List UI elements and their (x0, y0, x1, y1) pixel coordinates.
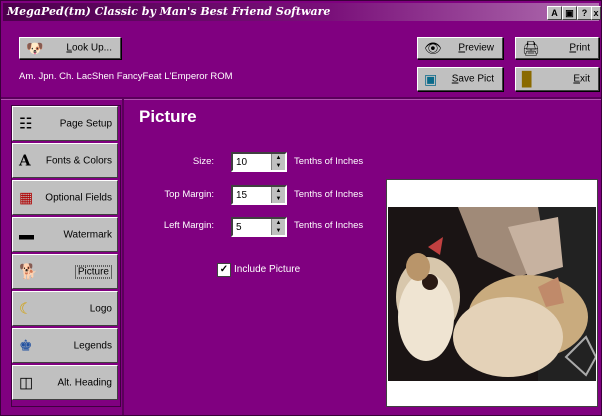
divider (1, 97, 601, 100)
sidebar-item-watermark[interactable]: ▬ Watermark (12, 217, 118, 252)
spin-arrows[interactable]: ▲ ▼ (271, 219, 285, 235)
size-label: Size: (192, 156, 214, 167)
include-picture-label: Include Picture (234, 264, 301, 275)
sidebar-item-fonts-colors[interactable]: A Fonts & Colors (12, 143, 118, 178)
left-margin-stepper[interactable]: 5 ▲ ▼ (231, 217, 287, 237)
legends-icon: ♚ (19, 337, 33, 354)
left-margin-unit: Tenths of Inches (294, 220, 364, 231)
divider-vertical (122, 99, 124, 415)
sidebar-item-page-setup[interactable]: ☷ Page Setup (12, 106, 118, 141)
print-button[interactable]: 🖨 Print (515, 37, 599, 59)
sidebar-item-legends[interactable]: ♚ Legends (12, 328, 118, 363)
sidebar-item-alt-heading[interactable]: ◫ Alt. Heading (12, 365, 118, 400)
top-margin-stepper[interactable]: 15 ▲ ▼ (231, 185, 287, 205)
picture-preview (386, 179, 598, 407)
logo-moon-icon: ☾ (19, 300, 33, 317)
save-pict-button[interactable]: ▣ Save Pict (417, 67, 503, 91)
title-button-a[interactable]: A (547, 6, 562, 20)
sidebar-item-logo[interactable]: ☾ Logo (12, 291, 118, 326)
size-unit: Tenths of Inches (294, 156, 364, 167)
top-margin-label: Top Margin: (164, 189, 214, 200)
watermark-icon: ▬ (19, 226, 34, 243)
sidebar-item-picture[interactable]: 🐕 Picture (12, 254, 118, 289)
app-window: MegaPed(tm) Classic by Man's Best Friend… (0, 0, 602, 416)
alt-heading-icon: ◫ (19, 374, 34, 391)
preview-icon: 👁 (424, 40, 442, 56)
spin-arrows[interactable]: ▲ ▼ (271, 154, 285, 170)
picture-icon: 🐕 (19, 263, 38, 280)
dog-name: Am. Jpn. Ch. LacShen FancyFeat L'Emperor… (19, 71, 233, 82)
spin-arrows[interactable]: ▲ ▼ (271, 187, 285, 203)
size-stepper[interactable]: 10 ▲ ▼ (231, 152, 287, 172)
help-button[interactable]: ? (577, 6, 592, 20)
printer-icon: 🖨 (522, 40, 540, 56)
sidebar-item-optional-fields[interactable]: ▦ Optional Fields (12, 180, 118, 215)
title-bar: MegaPed(tm) Classic by Man's Best Friend… (3, 3, 601, 21)
left-margin-label: Left Margin: (163, 220, 214, 231)
include-picture-checkbox[interactable]: ✓ (217, 263, 231, 277)
lookup-button[interactable]: 🐶 Look Up... (19, 37, 121, 59)
sidebar: ☷ Page Setup A Fonts & Colors ▦ Optional… (11, 105, 121, 407)
page-setup-icon: ☷ (19, 115, 33, 132)
close-button[interactable]: x (591, 6, 601, 20)
top-margin-unit: Tenths of Inches (294, 189, 364, 200)
lookup-icon: 🐶 (26, 40, 44, 56)
window-title: MegaPed(tm) Classic by Man's Best Friend… (7, 5, 331, 18)
optional-fields-icon: ▦ (19, 189, 34, 206)
save-picture-icon: ▣ (424, 71, 438, 87)
panel-heading: Picture (139, 107, 197, 126)
title-button-restore[interactable]: ▣ (562, 6, 577, 20)
dog-photo (388, 207, 596, 381)
font-icon: A (19, 151, 31, 169)
exit-button[interactable]: ▉ Exit (515, 67, 599, 91)
preview-button[interactable]: 👁 Preview (417, 37, 503, 59)
exit-door-icon: ▉ (522, 71, 533, 87)
